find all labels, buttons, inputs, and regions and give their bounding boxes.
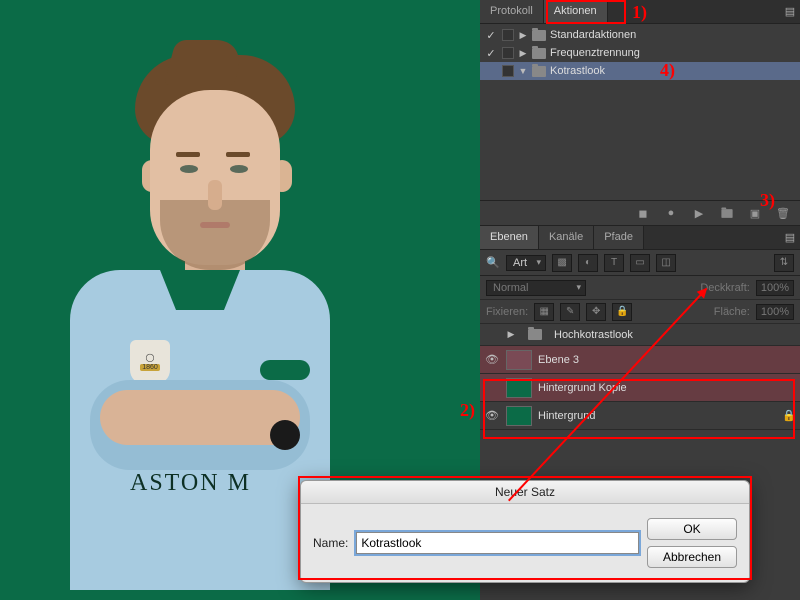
visibility-toggle[interactable]: 👁 bbox=[484, 353, 500, 366]
disclosure-triangle-icon[interactable]: ▶ bbox=[506, 329, 516, 340]
disclosure-triangle-icon[interactable]: ▶ bbox=[518, 30, 528, 41]
play-icon[interactable]: ▶ bbox=[692, 206, 706, 220]
club-crest: ◯1860 bbox=[130, 340, 170, 384]
layers-panel-tabs: Ebenen Kanäle Pfade ▤ bbox=[480, 226, 800, 250]
lock-icon: 🔒 bbox=[782, 409, 796, 422]
folder-icon bbox=[528, 329, 542, 340]
lock-position-icon[interactable]: ✥ bbox=[586, 303, 606, 321]
folder-icon bbox=[532, 48, 546, 59]
layer-hintergrund-kopie[interactable]: Hintergrund Kopie bbox=[480, 374, 800, 402]
actions-panel-tabs: Protokoll Aktionen ▤ bbox=[480, 0, 800, 24]
disclosure-triangle-icon[interactable]: ▶ bbox=[518, 48, 528, 59]
layer-ebene-3[interactable]: 👁 Ebene 3 bbox=[480, 346, 800, 374]
trash-icon[interactable]: 🗑 bbox=[776, 206, 790, 220]
sleeve-logo bbox=[270, 420, 300, 450]
actions-controls: ◼ ● ▶ ▣ 🗑 bbox=[480, 200, 800, 226]
filter-text-icon[interactable]: T bbox=[604, 254, 624, 272]
lock-row: Fixieren: ▦ ✎ ✥ 🔒 Fläche: 100% bbox=[480, 300, 800, 324]
blend-mode-row: Normal Deckkraft: 100% bbox=[480, 276, 800, 300]
panel-menu-icon[interactable]: ▤ bbox=[780, 0, 800, 23]
check-icon[interactable]: ✓ bbox=[484, 46, 498, 60]
blend-mode-dropdown[interactable]: Normal bbox=[486, 280, 586, 296]
record-icon[interactable]: ● bbox=[664, 206, 678, 220]
layer-thumbnail[interactable] bbox=[506, 378, 532, 398]
name-label: Name: bbox=[313, 536, 348, 550]
dialog-toggle[interactable] bbox=[502, 65, 514, 77]
action-set-standardaktionen[interactable]: ✓ ▶ Standardaktionen bbox=[480, 26, 800, 44]
action-set-frequenztrennung[interactable]: ✓ ▶ Frequenztrennung bbox=[480, 44, 800, 62]
check-icon[interactable] bbox=[484, 64, 498, 78]
new-set-icon[interactable] bbox=[720, 206, 734, 220]
search-icon[interactable]: 🔍 bbox=[486, 256, 500, 270]
lock-transparency-icon[interactable]: ▦ bbox=[534, 303, 554, 321]
new-set-dialog: Neuer Satz Name: OK Abbrechen bbox=[300, 480, 750, 583]
tab-ebenen[interactable]: Ebenen bbox=[480, 226, 539, 249]
opacity-field[interactable]: 100% bbox=[756, 280, 794, 296]
filter-type-dropdown[interactable]: Art bbox=[506, 255, 546, 271]
new-action-icon[interactable]: ▣ bbox=[748, 206, 762, 220]
visibility-toggle[interactable]: 👁 bbox=[484, 409, 500, 422]
cancel-button[interactable]: Abbrechen bbox=[647, 546, 737, 568]
lock-label: Fixieren: bbox=[486, 306, 528, 318]
stop-icon[interactable]: ◼ bbox=[636, 206, 650, 220]
lock-pixels-icon[interactable]: ✎ bbox=[560, 303, 580, 321]
filter-switch[interactable]: ⇅ bbox=[774, 254, 794, 272]
check-icon[interactable]: ✓ bbox=[484, 28, 498, 42]
layer-thumbnail[interactable] bbox=[506, 406, 532, 426]
filter-pixel-icon[interactable]: ▩ bbox=[552, 254, 572, 272]
panel-menu-icon[interactable]: ▤ bbox=[780, 226, 800, 249]
tab-protokoll[interactable]: Protokoll bbox=[480, 0, 544, 23]
layer-thumbnail[interactable] bbox=[506, 350, 532, 370]
layers-list: ▶ Hochkotrastlook 👁 Ebene 3 Hintergrund … bbox=[480, 324, 800, 430]
actions-list: ✓ ▶ Standardaktionen ✓ ▶ Frequenztrennun… bbox=[480, 24, 800, 200]
layer-hintergrund[interactable]: 👁 Hintergrund 🔒 bbox=[480, 402, 800, 430]
opacity-label: Deckkraft: bbox=[700, 282, 750, 294]
action-set-kotrastlook[interactable]: ▼ Kotrastlook bbox=[480, 62, 800, 80]
ok-button[interactable]: OK bbox=[647, 518, 737, 540]
folder-icon bbox=[532, 30, 546, 41]
layer-group-hochkotrastlook[interactable]: ▶ Hochkotrastlook bbox=[480, 324, 800, 346]
dialog-toggle[interactable] bbox=[502, 47, 514, 59]
fill-label: Fläche: bbox=[714, 306, 750, 318]
dialog-toggle[interactable] bbox=[502, 29, 514, 41]
folder-icon bbox=[532, 66, 546, 77]
filter-shape-icon[interactable]: ▭ bbox=[630, 254, 650, 272]
filter-smart-icon[interactable]: ◫ bbox=[656, 254, 676, 272]
tab-pfade[interactable]: Pfade bbox=[594, 226, 644, 249]
tab-kanaele[interactable]: Kanäle bbox=[539, 226, 594, 249]
filter-adjust-icon[interactable]: ◐ bbox=[578, 254, 598, 272]
tab-aktionen[interactable]: Aktionen bbox=[544, 0, 608, 23]
fill-field[interactable]: 100% bbox=[756, 304, 794, 320]
set-name-input[interactable] bbox=[356, 532, 639, 554]
lock-all-icon[interactable]: 🔒 bbox=[612, 303, 632, 321]
sponsor-text: ASTON M bbox=[130, 470, 251, 497]
disclosure-triangle-icon[interactable]: ▼ bbox=[518, 66, 528, 76]
dialog-title: Neuer Satz bbox=[301, 481, 749, 504]
layers-filter-bar: 🔍 Art ▩ ◐ T ▭ ◫ ⇅ bbox=[480, 250, 800, 276]
